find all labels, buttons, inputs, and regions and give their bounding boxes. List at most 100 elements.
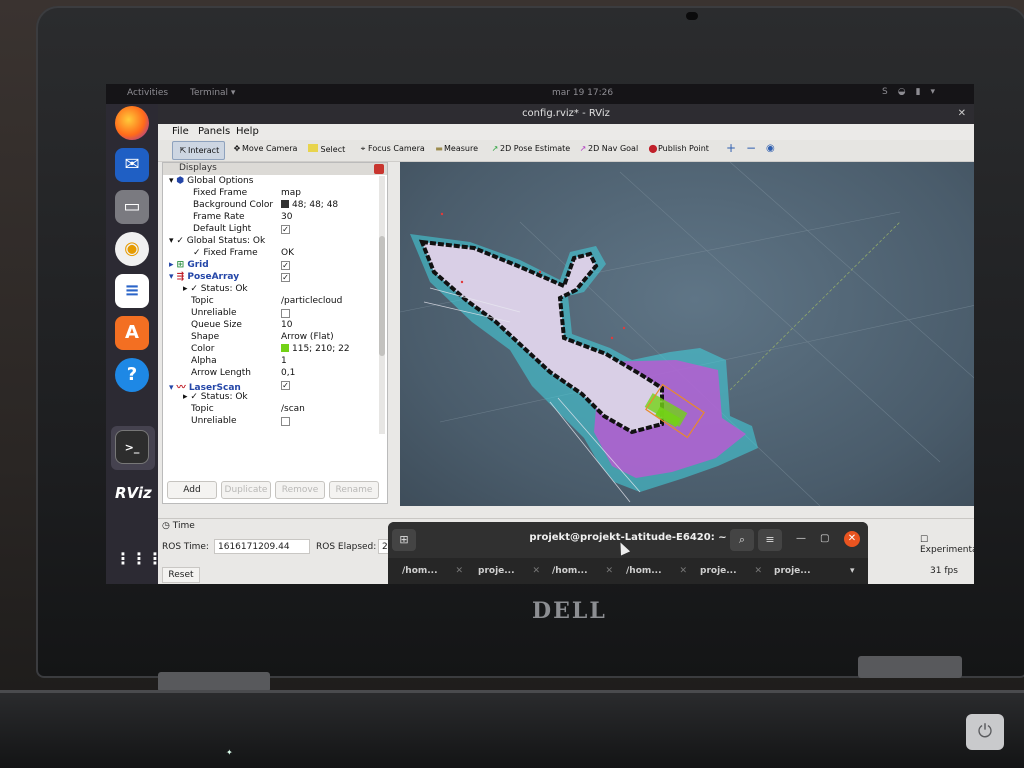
minimize-icon[interactable]: —: [796, 533, 806, 544]
tree-row[interactable]: Shape Arrow (Flat): [163, 332, 383, 344]
checkbox[interactable]: ✓: [281, 225, 290, 234]
tool-2d-pose-estimate[interactable]: ↗ 2D Pose Estimate: [490, 144, 571, 153]
color-swatch[interactable]: [281, 200, 289, 208]
tree-scrollbar[interactable]: [379, 176, 385, 434]
checkbox[interactable]: ✓: [281, 273, 290, 282]
terminal-tab[interactable]: proje...: [774, 566, 811, 576]
terminal-icon[interactable]: >_: [115, 430, 149, 464]
tool-publish-point[interactable]: ⬤Publish Point: [648, 144, 709, 153]
tabs-dropdown-icon[interactable]: ▾: [850, 566, 855, 576]
tree-row[interactable]: Queue Size 10: [163, 320, 383, 332]
tree-row[interactable]: ▸ ✓ Status: Ok: [163, 392, 383, 404]
tree-row[interactable]: ▾ 〰 LaserScan ✓: [163, 380, 383, 393]
app-grid-icon[interactable]: ⋮⋮⋮: [115, 542, 163, 576]
rviz-icon[interactable]: RViz: [115, 476, 152, 510]
add-button[interactable]: Add: [167, 481, 217, 499]
hamburger-menu-icon[interactable]: ≡: [758, 529, 782, 551]
menu-panels[interactable]: Panels: [198, 126, 230, 137]
terminal-tab[interactable]: /hom... ✕: [402, 566, 463, 576]
menu-file[interactable]: File: [172, 126, 189, 137]
checkbox[interactable]: [281, 417, 290, 426]
tree-row[interactable]: ▾ ⬢ Global Options: [163, 176, 383, 188]
tree-row[interactable]: ✓ Fixed Frame OK: [163, 248, 383, 260]
screen: Activities Terminal ▾ mar 19 17:26 S◒▮ ▾ …: [106, 84, 974, 584]
skype-icon[interactable]: S: [882, 87, 898, 97]
tool-move-camera[interactable]: ✥ Move Camera: [232, 144, 298, 153]
3d-viewport[interactable]: [400, 162, 974, 506]
tool-focus-camera[interactable]: ⌖ Focus Camera: [358, 144, 425, 154]
tree-row[interactable]: Unreliable: [163, 416, 383, 428]
terminal-header[interactable]: ⊞ projekt@projekt-Latitude-E6420: ~ ⌕ ≡ …: [388, 522, 868, 558]
color-swatch[interactable]: [281, 344, 289, 352]
window-titlebar[interactable]: config.rviz* - RViz ✕: [158, 104, 974, 124]
clock[interactable]: mar 19 17:26: [552, 88, 613, 98]
rviz-window: config.rviz* - RViz ✕ File Panels Help ⇱…: [158, 104, 974, 584]
webcam: [686, 12, 698, 20]
scrollbar-thumb[interactable]: [379, 236, 385, 356]
menu-icon[interactable]: ▾: [931, 87, 946, 97]
maximize-icon[interactable]: ▢: [820, 533, 829, 544]
tree-row[interactable]: ▸ ✓ Status: Ok: [163, 284, 383, 296]
activities-button[interactable]: Activities: [127, 88, 168, 98]
terminal-tab[interactable]: proje... ✕: [478, 566, 540, 576]
power-icon[interactable]: ⏻: [966, 714, 1004, 750]
terminal-tab[interactable]: proje... ✕: [700, 566, 762, 576]
software-icon[interactable]: A: [115, 316, 149, 350]
occupancy-map: [418, 239, 664, 435]
reset-button[interactable]: Reset: [162, 567, 200, 583]
checkbox[interactable]: ✓: [281, 381, 290, 390]
tree-row[interactable]: Arrow Length 0,1: [163, 368, 383, 380]
tree-row[interactable]: Fixed Frame map: [163, 188, 383, 200]
system-tray[interactable]: S◒▮▾: [882, 87, 945, 97]
displays-tree: ▾ ⬢ Global Options Fixed Frame map Backgr…: [163, 176, 383, 436]
tree-row[interactable]: Color 115; 210; 22: [163, 344, 383, 356]
tool-measure[interactable]: ▬Measure: [434, 144, 478, 153]
duplicate-button[interactable]: Duplicate: [221, 481, 271, 499]
tree-row[interactable]: ▸ ⊞ Grid ✓: [163, 260, 383, 272]
search-icon[interactable]: ⌕: [730, 529, 754, 551]
tool-select[interactable]: Select: [308, 144, 345, 154]
tree-row[interactable]: Frame Rate 30: [163, 212, 383, 224]
menu-help[interactable]: Help: [236, 126, 259, 137]
tab-close-icon[interactable]: ✕: [606, 566, 614, 576]
app-menu-button[interactable]: Terminal ▾: [190, 88, 235, 98]
tree-row[interactable]: Topic/particlecloud: [163, 296, 383, 308]
terminal-tab[interactable]: /hom... ✕: [626, 566, 687, 576]
eye-icon[interactable]: ◉: [766, 143, 775, 154]
tree-row[interactable]: Topic/scan: [163, 404, 383, 416]
help-icon[interactable]: ?: [115, 358, 149, 392]
tree-row[interactable]: Alpha 1: [163, 356, 383, 368]
close-panel-icon[interactable]: [374, 164, 384, 174]
tab-close-icon[interactable]: ✕: [456, 566, 464, 576]
nav-goal-icon: ↗: [579, 144, 587, 153]
tree-row[interactable]: Background Color 48; 48; 48: [163, 200, 383, 212]
wifi-icon[interactable]: ◒: [898, 87, 916, 97]
rename-button[interactable]: Rename: [329, 481, 379, 499]
tool-interact[interactable]: ⇱ Interact: [172, 141, 226, 160]
rhythmbox-icon[interactable]: ◉: [115, 232, 149, 266]
add-tool-button[interactable]: +: [726, 141, 736, 155]
tree-row[interactable]: Default Light ✓: [163, 224, 383, 236]
close-icon[interactable]: ✕: [958, 104, 966, 124]
experimental-checkbox[interactable]: ☐ Experimental: [920, 535, 974, 555]
tree-row[interactable]: ▾ ⇶ PoseArray ✓: [163, 272, 383, 284]
checkbox[interactable]: [281, 309, 290, 318]
remove-button[interactable]: Remove: [275, 481, 325, 499]
tab-close-icon[interactable]: ✕: [680, 566, 688, 576]
firefox-icon[interactable]: [115, 106, 149, 140]
checkbox[interactable]: ✓: [281, 261, 290, 270]
tab-close-icon[interactable]: ✕: [755, 566, 763, 576]
tree-row[interactable]: ▾ ✓ Global Status: Ok: [163, 236, 383, 248]
files-icon[interactable]: ▭: [115, 190, 149, 224]
thunderbird-icon[interactable]: ✉: [115, 148, 149, 182]
tree-row[interactable]: Unreliable: [163, 308, 383, 320]
ros-time-field[interactable]: 1616171209.44: [214, 539, 310, 554]
writer-icon[interactable]: ≡: [115, 274, 149, 308]
tool-2d-nav-goal[interactable]: ↗ 2D Nav Goal: [578, 144, 639, 153]
close-icon[interactable]: ✕: [844, 531, 860, 547]
remove-tool-button[interactable]: −: [746, 141, 756, 155]
battery-icon[interactable]: ▮: [916, 87, 931, 97]
displays-buttons: Add Duplicate Remove Rename: [163, 481, 387, 503]
terminal-tab[interactable]: /hom... ✕: [552, 566, 613, 576]
tab-close-icon[interactable]: ✕: [533, 566, 541, 576]
